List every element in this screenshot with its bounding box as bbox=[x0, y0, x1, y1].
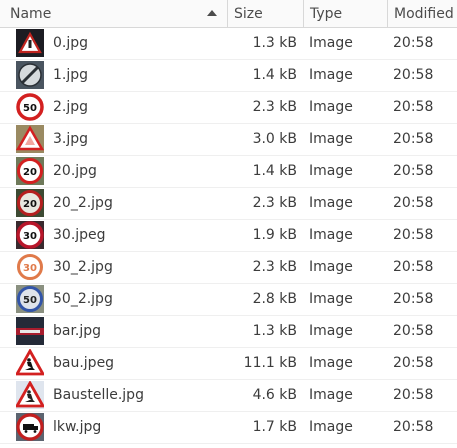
column-header-bar: Name Size Type Modified bbox=[0, 0, 457, 28]
file-modified: 20:58 bbox=[393, 163, 434, 179]
file-type: Image bbox=[309, 387, 353, 403]
speed-label: 20 bbox=[23, 167, 37, 178]
file-row[interactable]: 50 50_2.jpg 2.8 kB Image 20:58 bbox=[0, 284, 457, 316]
file-name: 20_2.jpg bbox=[53, 195, 113, 211]
column-header-name-label: Name bbox=[10, 6, 52, 22]
file-name: 20.jpg bbox=[53, 163, 97, 179]
file-type: Image bbox=[309, 323, 353, 339]
file-name: 3.jpg bbox=[53, 131, 89, 147]
file-row[interactable]: bar.jpg 1.3 kB Image 20:58 bbox=[0, 316, 457, 348]
file-size: 4.6 kB bbox=[252, 387, 297, 403]
file-row[interactable]: lkw.jpg 1.7 kB Image 20:58 bbox=[0, 412, 457, 444]
speed-50-sign-icon: 50 bbox=[16, 285, 44, 313]
speed-30-sign-icon: 30 bbox=[16, 221, 44, 249]
sort-ascending-icon bbox=[207, 10, 217, 16]
file-size: 1.4 kB bbox=[252, 163, 297, 179]
file-modified: 20:58 bbox=[393, 99, 434, 115]
speed-label: 50 bbox=[23, 295, 37, 306]
file-size: 2.3 kB bbox=[252, 195, 297, 211]
file-type: Image bbox=[309, 35, 353, 51]
file-name: Baustelle.jpg bbox=[53, 387, 144, 403]
file-name: 30.jpeg bbox=[53, 227, 106, 243]
file-modified: 20:58 bbox=[393, 131, 434, 147]
file-row[interactable]: 0.jpg 1.3 kB Image 20:58 bbox=[0, 28, 457, 60]
file-modified: 20:58 bbox=[393, 323, 434, 339]
no-entry-sign-icon bbox=[16, 317, 44, 345]
file-row[interactable]: bau.jpeg 11.1 kB Image 20:58 bbox=[0, 348, 457, 380]
end-limit-sign-icon bbox=[16, 61, 44, 89]
file-name: 1.jpg bbox=[53, 67, 89, 83]
column-header-type-label: Type bbox=[310, 6, 343, 22]
file-type: Image bbox=[309, 99, 353, 115]
speed-50-sign-icon: 50 bbox=[16, 93, 44, 121]
file-row[interactable]: 20 20.jpg 1.4 kB Image 20:58 bbox=[0, 156, 457, 188]
file-list-view: Name Size Type Modified 0.jpg 1.3 kB Ima… bbox=[0, 0, 457, 448]
file-modified: 20:58 bbox=[393, 227, 434, 243]
roadworks-sign-icon bbox=[16, 349, 44, 377]
file-row[interactable]: 3.jpg 3.0 kB Image 20:58 bbox=[0, 124, 457, 156]
speed-label: 30 bbox=[23, 231, 37, 242]
file-modified: 20:58 bbox=[393, 35, 434, 51]
speed-label: 30 bbox=[23, 263, 37, 274]
file-size: 1.3 kB bbox=[252, 323, 297, 339]
file-rows: 0.jpg 1.3 kB Image 20:58 1.jpg 1.4 kB Im… bbox=[0, 28, 457, 444]
file-type: Image bbox=[309, 67, 353, 83]
file-modified: 20:58 bbox=[393, 291, 434, 307]
file-row[interactable]: 30 30_2.jpg 2.3 kB Image 20:58 bbox=[0, 252, 457, 284]
file-row[interactable]: 1.jpg 1.4 kB Image 20:58 bbox=[0, 60, 457, 92]
file-size: 1.9 kB bbox=[252, 227, 297, 243]
speed-label: 50 bbox=[23, 103, 37, 114]
file-name: 50_2.jpg bbox=[53, 291, 113, 307]
file-name: bau.jpeg bbox=[53, 355, 115, 371]
file-type: Image bbox=[309, 291, 353, 307]
file-modified: 20:58 bbox=[393, 195, 434, 211]
speed-20-sign-icon: 20 bbox=[16, 189, 44, 217]
column-header-size[interactable]: Size bbox=[227, 0, 303, 28]
triangle-dark-icon bbox=[16, 29, 44, 57]
file-size: 2.3 kB bbox=[252, 259, 297, 275]
column-header-size-label: Size bbox=[234, 6, 263, 22]
file-size: 3.0 kB bbox=[252, 131, 297, 147]
file-modified: 20:58 bbox=[393, 259, 434, 275]
file-type: Image bbox=[309, 163, 353, 179]
file-name: lkw.jpg bbox=[53, 419, 102, 435]
file-type: Image bbox=[309, 259, 353, 275]
roadworks-sign-icon bbox=[16, 381, 44, 409]
file-modified: 20:58 bbox=[393, 67, 434, 83]
file-name: 30_2.jpg bbox=[53, 259, 113, 275]
file-size: 2.8 kB bbox=[252, 291, 297, 307]
file-name: 0.jpg bbox=[53, 35, 89, 51]
file-size: 1.4 kB bbox=[252, 67, 297, 83]
file-row[interactable]: Baustelle.jpg 4.6 kB Image 20:58 bbox=[0, 380, 457, 412]
file-row[interactable]: 20 20_2.jpg 2.3 kB Image 20:58 bbox=[0, 188, 457, 220]
file-size: 11.1 kB bbox=[243, 355, 297, 371]
file-name: bar.jpg bbox=[53, 323, 102, 339]
no-trucks-sign-icon bbox=[16, 413, 44, 441]
file-size: 1.3 kB bbox=[252, 35, 297, 51]
file-modified: 20:58 bbox=[393, 387, 434, 403]
file-size: 1.7 kB bbox=[252, 419, 297, 435]
speed-label: 20 bbox=[23, 199, 37, 210]
speed-20-sign-icon: 20 bbox=[16, 157, 44, 185]
file-size: 2.3 kB bbox=[252, 99, 297, 115]
column-header-type[interactable]: Type bbox=[303, 0, 387, 28]
file-type: Image bbox=[309, 355, 353, 371]
file-modified: 20:58 bbox=[393, 419, 434, 435]
warning-triangle-icon bbox=[16, 125, 44, 153]
file-row[interactable]: 30 30.jpeg 1.9 kB Image 20:58 bbox=[0, 220, 457, 252]
column-header-modified[interactable]: Modified bbox=[387, 0, 457, 28]
file-row[interactable]: 50 2.jpg 2.3 kB Image 20:58 bbox=[0, 92, 457, 124]
file-name: 2.jpg bbox=[53, 99, 89, 115]
file-type: Image bbox=[309, 131, 353, 147]
file-type: Image bbox=[309, 419, 353, 435]
column-header-name[interactable]: Name bbox=[0, 0, 227, 28]
speed-30-sign-icon: 30 bbox=[16, 253, 44, 281]
column-header-modified-label: Modified bbox=[394, 6, 454, 22]
file-modified: 20:58 bbox=[393, 355, 434, 371]
file-type: Image bbox=[309, 227, 353, 243]
file-type: Image bbox=[309, 195, 353, 211]
